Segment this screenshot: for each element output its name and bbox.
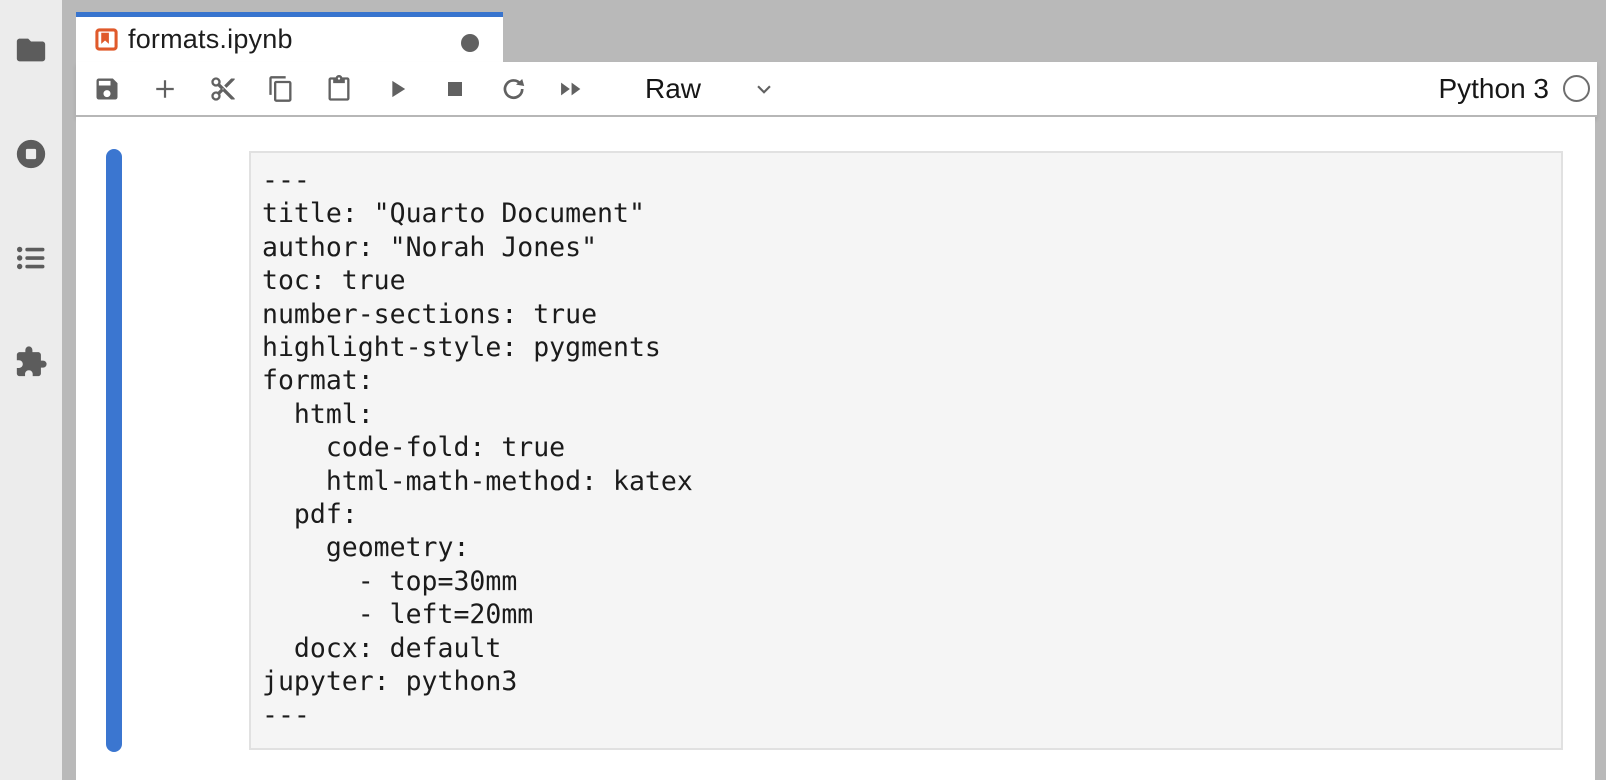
stop-circle-icon (14, 137, 48, 171)
cell-source[interactable]: --- title: "Quarto Document" author: "No… (251, 153, 1561, 732)
list-icon (14, 241, 48, 275)
restart-icon (499, 75, 527, 103)
sidebar-item-running-kernels[interactable] (11, 137, 51, 171)
insert-cell-button[interactable] (136, 62, 194, 115)
save-icon (93, 75, 121, 103)
sidebar-item-table-of-contents[interactable] (11, 241, 51, 275)
copy-icon (267, 75, 295, 103)
stop-icon (441, 75, 469, 103)
restart-kernel-button[interactable] (484, 62, 542, 115)
paste-icon (325, 75, 353, 103)
unsaved-dot-icon[interactable] (461, 34, 479, 52)
tab-formats-ipynb[interactable]: formats.ipynb (76, 12, 503, 62)
sidebar-item-file-browser[interactable] (11, 33, 51, 67)
save-button[interactable] (78, 62, 136, 115)
left-activity-bar (0, 0, 62, 780)
kernel-indicator: Python 3 (1438, 73, 1597, 105)
interrupt-kernel-button[interactable] (426, 62, 484, 115)
folder-icon (14, 33, 48, 67)
cell-collapser[interactable] (106, 149, 122, 752)
kernel-status-circle-icon[interactable] (1563, 75, 1590, 102)
run-cell-button[interactable] (368, 62, 426, 115)
restart-run-all-button[interactable] (542, 62, 600, 115)
add-icon (151, 75, 179, 103)
cell-type-dropdown[interactable]: Raw (645, 73, 777, 105)
notebook-content-area: --- title: "Quarto Document" author: "No… (76, 117, 1595, 780)
paste-cells-button[interactable] (310, 62, 368, 115)
chevron-down-icon (751, 76, 777, 102)
kernel-name[interactable]: Python 3 (1438, 73, 1549, 105)
jupyterlab-window: formats.ipynb (0, 0, 1606, 780)
cut-cells-button[interactable] (194, 62, 252, 115)
puzzle-icon (14, 345, 48, 379)
sidebar-item-extensions[interactable] (11, 345, 51, 379)
copy-cells-button[interactable] (252, 62, 310, 115)
notebook-icon (95, 28, 118, 51)
run-icon (383, 75, 411, 103)
cut-icon (209, 75, 237, 103)
tab-title: formats.ipynb (128, 24, 293, 55)
raw-cell[interactable]: --- title: "Quarto Document" author: "No… (249, 151, 1563, 750)
notebook-toolbar: Raw Python 3 (76, 62, 1597, 117)
cell-type-value: Raw (645, 73, 701, 105)
fast-forward-icon (557, 75, 585, 103)
